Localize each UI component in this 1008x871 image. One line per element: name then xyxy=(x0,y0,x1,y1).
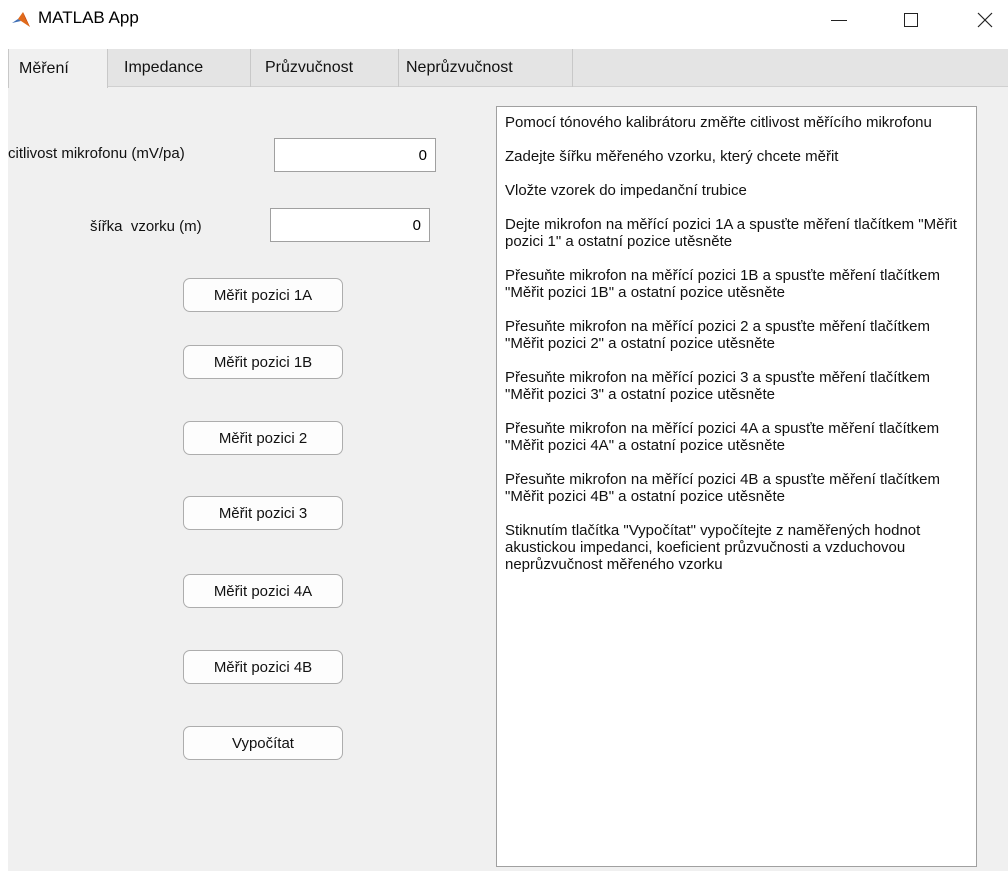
sample-width-field[interactable] xyxy=(270,208,430,242)
instruction-item: Dejte mikrofon na měřící pozici 1A a spu… xyxy=(505,216,957,250)
calculate-button[interactable]: Vypočítat xyxy=(183,726,343,760)
maximize-icon xyxy=(904,13,918,27)
tab-impedance[interactable]: Impedance xyxy=(108,49,251,87)
tab-label: Impedance xyxy=(124,59,204,76)
minimize-icon xyxy=(831,19,847,21)
instruction-item: Zadejte šířku měřeného vzorku, který chc… xyxy=(505,148,839,165)
measure-position-1a-button[interactable]: Měřit pozici 1A xyxy=(183,278,343,312)
instruction-item: Přesuňte mikrofon na měřící pozici 4A a … xyxy=(505,420,940,454)
instruction-item: Přesuňte mikrofon na měřící pozici 1B a … xyxy=(505,267,940,301)
instruction-item: Stiknutím tlačítka "Vypočítat" vypočítej… xyxy=(505,522,921,573)
app-body: Měření Impedance Průzvučnost Neprůzvučno… xyxy=(8,49,1008,871)
sensitivity-field[interactable] xyxy=(274,138,436,172)
measure-position-1b-button[interactable]: Měřit pozici 1B xyxy=(183,345,343,379)
close-icon xyxy=(977,12,993,28)
measure-position-4b-button[interactable]: Měřit pozici 4B xyxy=(183,650,343,684)
measure-position-3-button[interactable]: Měřit pozici 3 xyxy=(183,496,343,530)
maximize-button[interactable] xyxy=(888,0,934,40)
app-window: MATLAB App Měření Impedance Průzvučnost xyxy=(0,0,1008,871)
tab-mereni[interactable]: Měření xyxy=(8,49,108,88)
instruction-item: Přesuňte mikrofon na měřící pozici 2 a s… xyxy=(505,318,930,352)
instructions-textarea[interactable]: Pomocí tónového kalibrátoru změřte citli… xyxy=(496,106,977,867)
instruction-item: Pomocí tónového kalibrátoru změřte citli… xyxy=(505,114,932,131)
tab-label: Průzvučnost xyxy=(265,59,354,76)
close-button[interactable] xyxy=(962,0,1008,40)
matlab-logo-icon xyxy=(12,12,30,27)
window-title: MATLAB App xyxy=(38,8,139,27)
sensitivity-label: citlivost mikrofonu (mV/pa) xyxy=(8,145,185,162)
tab-nepruzvucnost[interactable]: Neprůzvučnost xyxy=(399,49,573,87)
instruction-item: Vložte vzorek do impedanční trubice xyxy=(505,182,747,199)
instruction-item: Přesuňte mikrofon na měřící pozici 3 a s… xyxy=(505,369,930,403)
tab-label: Měření xyxy=(19,59,69,77)
instruction-item: Přesuňte mikrofon na měřící pozici 4B a … xyxy=(505,471,940,505)
tab-pruzvucnost[interactable]: Průzvučnost xyxy=(251,49,399,87)
title-bar: MATLAB App xyxy=(0,0,1008,40)
measure-position-4a-button[interactable]: Měřit pozici 4A xyxy=(183,574,343,608)
tab-bar: Měření Impedance Průzvučnost Neprůzvučno… xyxy=(8,49,1008,88)
measure-position-2-button[interactable]: Měřit pozici 2 xyxy=(183,421,343,455)
sample-width-label: šířka vzorku (m) xyxy=(90,218,202,235)
minimize-button[interactable] xyxy=(816,0,862,40)
tab-label: Neprůzvučnost xyxy=(406,59,513,76)
